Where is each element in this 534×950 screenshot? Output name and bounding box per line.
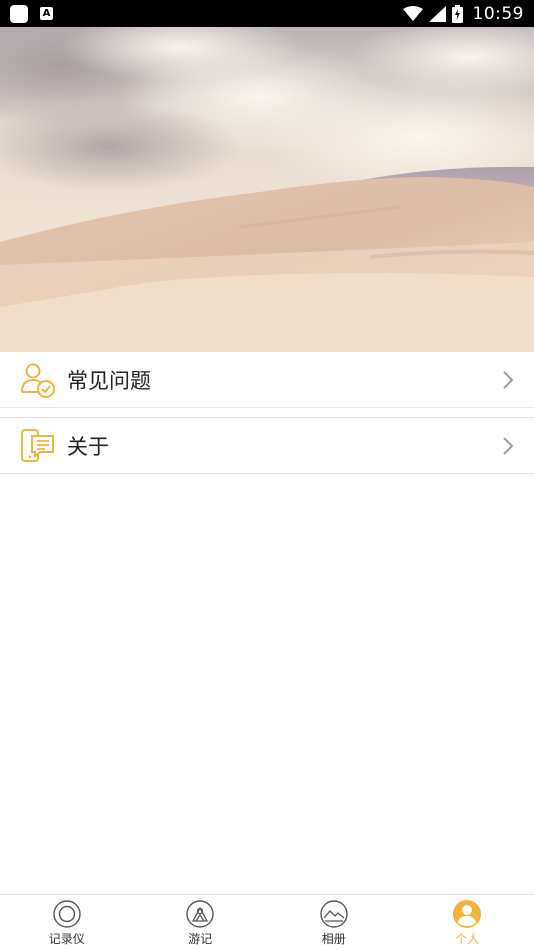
nav-label: 游记 xyxy=(188,932,213,946)
wifi-icon xyxy=(402,5,423,21)
nav-tab-travel[interactable]: 游记 xyxy=(134,895,268,950)
nav-tab-recorder[interactable]: 记录仪 xyxy=(0,895,134,950)
settings-menu: 常见问题 关于 xyxy=(0,352,534,474)
menu-item-about[interactable]: 关于 xyxy=(0,418,534,474)
menu-item-label: 关于 xyxy=(67,434,109,459)
status-bar: A 10:59 xyxy=(0,0,534,27)
signal-icon xyxy=(428,5,446,22)
menu-separator xyxy=(0,408,534,418)
app-notification-icon xyxy=(10,4,28,23)
menu-item-label: 常见问题 xyxy=(67,368,151,393)
nav-tab-album[interactable]: 相册 xyxy=(267,895,401,950)
nav-tab-personal[interactable]: 个人 xyxy=(401,895,534,950)
travel-icon xyxy=(186,900,214,928)
nav-label: 记录仪 xyxy=(48,932,85,946)
header-banner-image xyxy=(0,27,534,352)
album-icon xyxy=(320,900,348,928)
text-notification-icon: A xyxy=(40,7,53,20)
nav-label: 相册 xyxy=(321,932,346,946)
chevron-right-icon xyxy=(503,370,514,389)
record-icon xyxy=(53,900,81,928)
bottom-navigation-bar: 记录仪 游记 相册 个人 xyxy=(0,894,534,950)
menu-item-faq[interactable]: 常见问题 xyxy=(0,352,534,408)
battery-icon xyxy=(451,4,463,23)
nav-label: 个人 xyxy=(455,932,480,946)
clock: 10:59 xyxy=(472,3,524,24)
user-check-icon xyxy=(21,363,55,398)
phone-chat-icon xyxy=(21,428,54,462)
chevron-right-icon xyxy=(503,436,514,455)
person-icon xyxy=(453,900,482,928)
